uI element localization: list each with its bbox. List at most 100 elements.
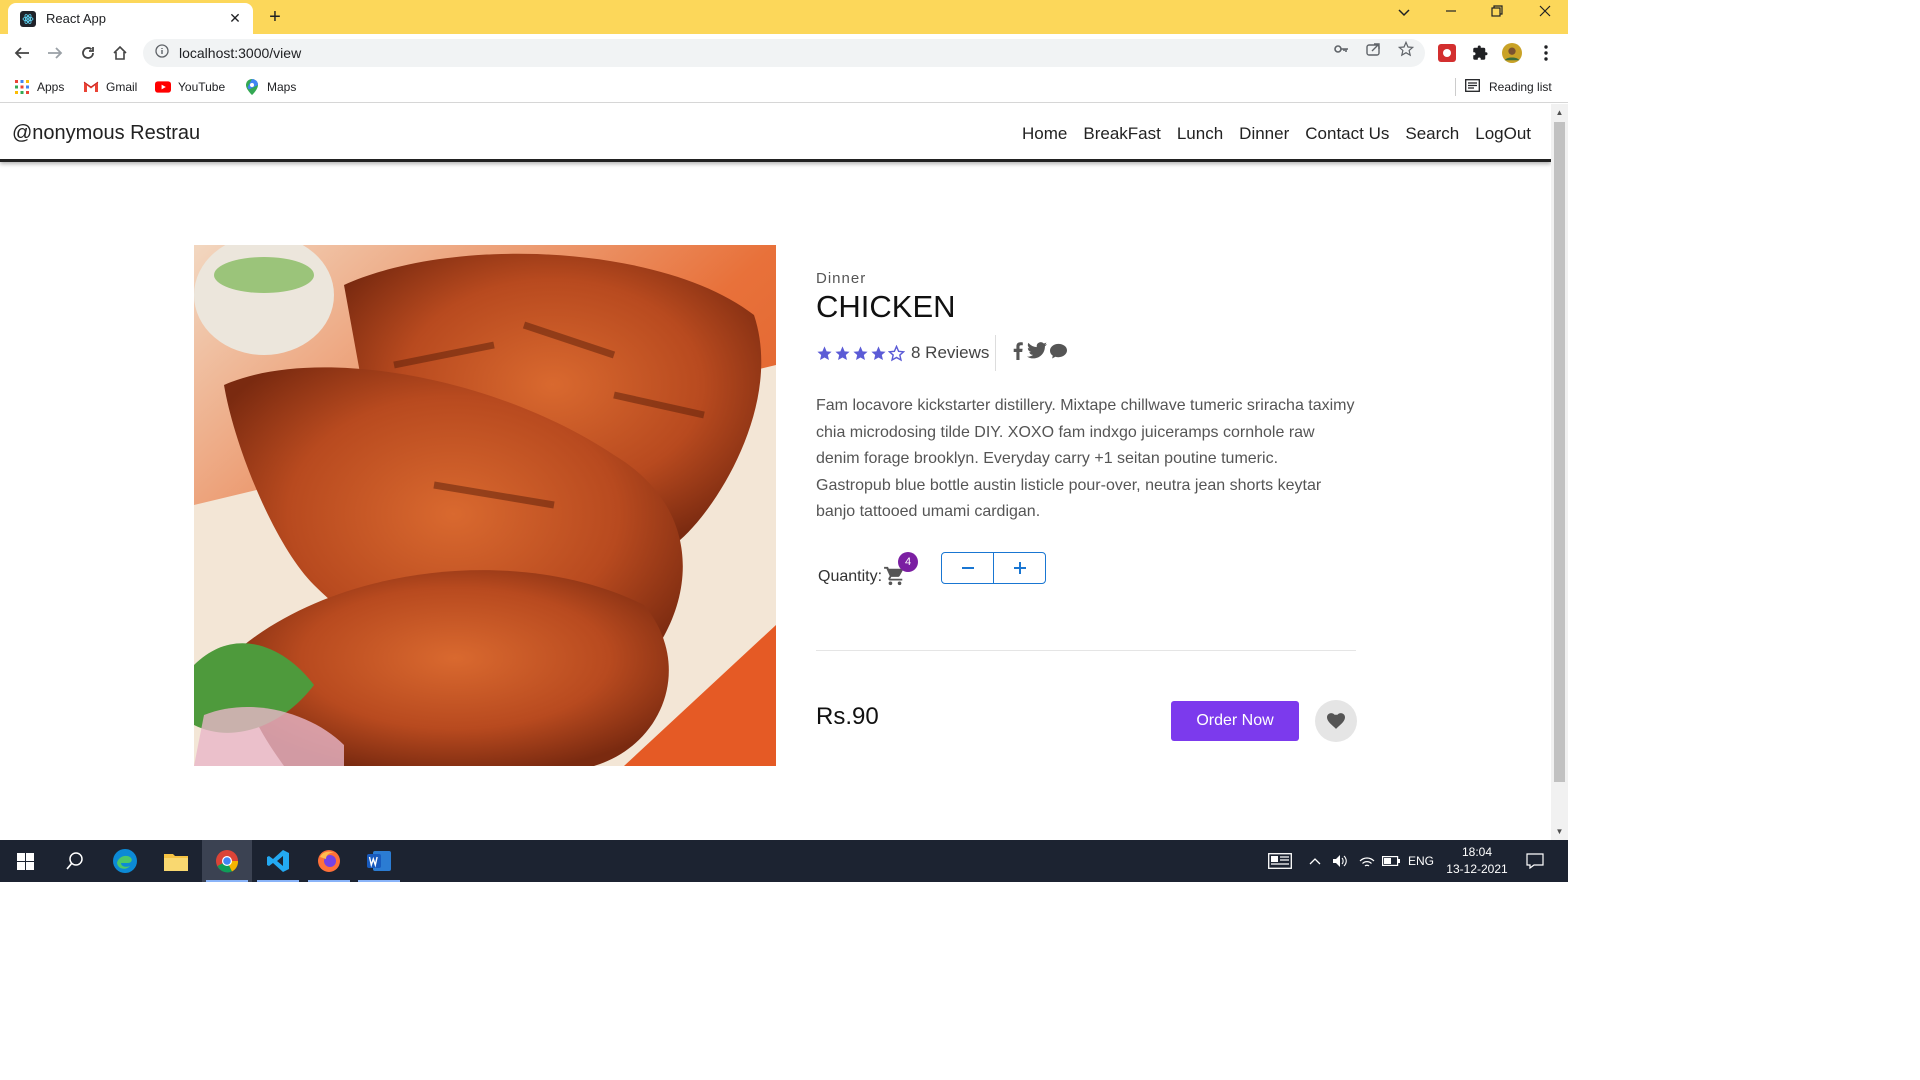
decrement-button[interactable] xyxy=(942,553,993,583)
chat-icon[interactable] xyxy=(1050,343,1068,364)
product-price: Rs.90 xyxy=(816,703,879,730)
open-app-indicator xyxy=(358,880,400,882)
profile-avatar-icon[interactable] xyxy=(1502,43,1522,63)
star-rating[interactable] xyxy=(816,344,905,362)
language-indicator[interactable]: ENG xyxy=(1406,840,1436,882)
active-app-indicator xyxy=(206,880,248,882)
star-filled-icon xyxy=(835,345,850,360)
browser-tab-bar: React App ✕ + xyxy=(0,0,1568,34)
increment-button[interactable] xyxy=(993,552,1045,583)
bookmarks-bar: Apps Gmail YouTube Maps Reading list xyxy=(0,72,1568,103)
close-window-icon[interactable] xyxy=(1530,4,1560,20)
site-menu: Home BreakFast Lunch Dinner Contact Us S… xyxy=(1022,124,1531,144)
chrome-taskbar-icon[interactable] xyxy=(202,840,252,882)
bookmark-maps[interactable]: Maps xyxy=(244,79,296,95)
minus-icon xyxy=(961,566,974,569)
scrollbar-thumb[interactable] xyxy=(1554,122,1565,782)
file-explorer-icon[interactable] xyxy=(151,840,201,882)
share-icon[interactable] xyxy=(1364,40,1382,58)
bookmark-youtube[interactable]: YouTube xyxy=(155,79,225,95)
tab-title: React App xyxy=(46,11,106,26)
close-tab-icon[interactable]: ✕ xyxy=(227,10,243,27)
review-count[interactable]: 8 Reviews xyxy=(911,343,989,363)
nav-lunch[interactable]: Lunch xyxy=(1177,124,1223,144)
battery-icon[interactable] xyxy=(1380,840,1402,882)
bookmark-apps[interactable]: Apps xyxy=(14,79,64,95)
open-app-indicator xyxy=(257,880,299,882)
windows-start-icon[interactable] xyxy=(0,840,50,882)
tab-search-chevron-icon[interactable] xyxy=(1389,4,1419,20)
apps-grid-icon xyxy=(14,79,30,95)
bookmark-gmail[interactable]: Gmail xyxy=(83,79,137,95)
edge-icon[interactable] xyxy=(100,840,150,882)
star-filled-icon xyxy=(817,345,832,360)
restore-icon[interactable] xyxy=(1482,4,1512,20)
scroll-down-icon[interactable]: ▼ xyxy=(1551,827,1568,836)
url-text: localhost:3000/view xyxy=(179,45,302,61)
nav-home[interactable]: Home xyxy=(1022,124,1067,144)
product-category: Dinner xyxy=(816,270,867,287)
new-tab-icon[interactable]: + xyxy=(262,6,288,29)
reading-list[interactable]: Reading list xyxy=(1465,79,1552,95)
home-icon[interactable] xyxy=(108,41,132,65)
browser-toolbar: localhost:3000/view xyxy=(0,34,1568,72)
clock-time: 18:04 xyxy=(1461,845,1493,859)
social-links xyxy=(1012,341,1068,365)
star-filled-icon xyxy=(871,345,886,360)
extension-red-icon[interactable] xyxy=(1437,43,1457,63)
windows-taskbar: ENG 18:04 13-12-2021 xyxy=(0,840,1568,882)
nav-logout[interactable]: LogOut xyxy=(1475,124,1531,144)
vscode-icon[interactable] xyxy=(253,840,303,882)
site-navbar: @nonymous Restrau Home BreakFast Lunch D… xyxy=(0,104,1551,162)
cart-count-badge: 4 xyxy=(898,551,918,572)
rating-row: 8 Reviews xyxy=(816,335,1356,371)
bookmark-star-icon[interactable] xyxy=(1397,40,1415,58)
clock-date: 13-12-2021 xyxy=(1446,862,1508,876)
system-clock[interactable]: 18:04 13-12-2021 xyxy=(1445,844,1509,878)
key-icon[interactable] xyxy=(1332,40,1350,58)
forward-icon[interactable] xyxy=(43,41,67,65)
maps-icon xyxy=(244,79,260,95)
twitter-icon[interactable] xyxy=(1027,342,1048,364)
word-icon[interactable] xyxy=(354,840,404,882)
extensions-puzzle-icon[interactable] xyxy=(1470,43,1490,63)
page-scrollbar[interactable]: ▲ ▼ xyxy=(1551,104,1568,840)
back-icon[interactable] xyxy=(10,41,34,65)
nav-search[interactable]: Search xyxy=(1405,124,1459,144)
open-app-indicator xyxy=(308,880,350,882)
reload-icon[interactable] xyxy=(76,41,100,65)
scroll-up-icon[interactable]: ▲ xyxy=(1551,108,1568,117)
star-empty-icon xyxy=(888,344,905,361)
volume-icon[interactable] xyxy=(1329,840,1351,882)
gmail-icon xyxy=(83,79,99,95)
minimize-icon[interactable] xyxy=(1436,4,1466,20)
search-icon[interactable] xyxy=(50,840,100,882)
address-bar[interactable]: localhost:3000/view xyxy=(143,39,1425,67)
favorite-button[interactable] xyxy=(1315,700,1357,742)
details-divider xyxy=(816,650,1356,651)
quantity-row: Quantity: 4 xyxy=(816,551,1356,592)
firefox-icon[interactable] xyxy=(304,840,354,882)
heart-icon xyxy=(1327,713,1345,729)
nav-contact-us[interactable]: Contact Us xyxy=(1305,124,1389,144)
tray-chevron-up-icon[interactable] xyxy=(1305,840,1325,882)
notifications-icon[interactable] xyxy=(1520,840,1550,882)
rating-divider xyxy=(995,335,997,371)
news-icon[interactable] xyxy=(1263,840,1297,882)
product-description: Fam locavore kickstarter distillery. Mix… xyxy=(816,397,1355,520)
quantity-label: Quantity: xyxy=(818,567,883,585)
nav-dinner[interactable]: Dinner xyxy=(1239,124,1289,144)
wifi-icon[interactable] xyxy=(1356,840,1378,882)
bookmarks-divider xyxy=(1455,78,1456,96)
youtube-icon xyxy=(155,79,171,95)
site-brand[interactable]: @nonymous Restrau xyxy=(12,122,200,145)
page-viewport: @nonymous Restrau Home BreakFast Lunch D… xyxy=(0,104,1551,840)
nav-breakfast[interactable]: BreakFast xyxy=(1083,124,1160,144)
info-icon[interactable] xyxy=(155,43,169,63)
facebook-icon[interactable] xyxy=(1012,341,1024,365)
tab-react-app[interactable]: React App ✕ xyxy=(8,3,253,34)
product-name: CHICKEN xyxy=(816,289,956,324)
order-now-button[interactable]: Order Now xyxy=(1171,701,1299,741)
product-details: Dinner CHICKEN 8 Reviews Fam locavore ki… xyxy=(816,270,1356,592)
chrome-menu-icon[interactable] xyxy=(1536,43,1556,63)
